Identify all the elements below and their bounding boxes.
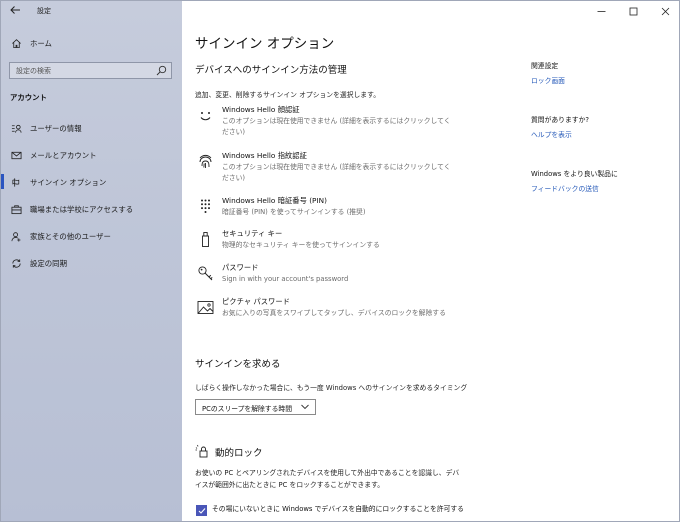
pin-keypad-icon	[195, 196, 215, 216]
option-description: このオプションは現在使用できません (詳細を表示するにはクリックしてください)	[222, 163, 451, 182]
require-signin-dropdown[interactable]: PCのスリープを解除する時間	[195, 399, 316, 415]
checkmark-icon	[198, 508, 206, 514]
sync-icon	[10, 257, 22, 269]
sidebar-item-label: ユーザーの情報	[30, 124, 82, 133]
related-settings-heading: 関連設定	[531, 62, 559, 70]
option-description: このオプションは現在使用できません (詳細を表示するにはクリックしてください)	[222, 117, 451, 136]
home-label: ホーム	[30, 39, 52, 48]
maximize-button[interactable]	[617, 1, 649, 21]
face-icon	[195, 105, 215, 125]
person-add-icon	[10, 230, 22, 242]
require-signin-heading: サインインを求める	[195, 359, 281, 370]
dynamic-lock-checkbox[interactable]	[196, 505, 207, 516]
search-box[interactable]	[9, 62, 172, 79]
option-description: 物理的なセキュリティ キーを使ってサインインする	[222, 241, 380, 249]
back-arrow-icon[interactable]	[9, 4, 23, 18]
settings-window: 設定 ホーム アカウント ユーザーの情報 メール	[0, 0, 680, 522]
sidebar-item-home[interactable]: ホーム	[1, 34, 182, 52]
sidebar-titlebar: 設定	[1, 1, 182, 21]
get-help-link[interactable]: ヘルプを表示	[531, 129, 572, 139]
feedback-link[interactable]: フィードバックの送信	[531, 183, 599, 193]
key-icon	[10, 176, 22, 188]
sidebar-item-label: サインイン オプション	[30, 178, 107, 187]
sidebar-item-family[interactable]: 家族とその他のユーザー	[1, 227, 182, 254]
option-title: セキュリティ キー	[222, 229, 283, 238]
option-title: Windows Hello 暗証番号 (PIN)	[222, 196, 327, 205]
sidebar-item-sync[interactable]: 設定の同期	[1, 254, 182, 281]
sidebar-item-label: メールとアカウント	[30, 151, 97, 160]
section-heading-account: アカウント	[10, 93, 47, 102]
section-description: 追加、変更、削除するサインイン オプションを選択します。	[195, 91, 380, 99]
search-icon[interactable]	[156, 65, 167, 76]
chevron-down-icon	[301, 404, 309, 410]
page-title: サインイン オプション	[195, 36, 335, 52]
minimize-button[interactable]	[585, 1, 617, 21]
user-info-icon	[10, 122, 22, 134]
briefcase-icon	[10, 203, 22, 215]
sidebar-item-label: 職場または学校にアクセスする	[30, 205, 134, 214]
password-key-icon	[195, 263, 215, 283]
option-title: Windows Hello 顔認証	[222, 105, 300, 114]
sidebar-item-label: 設定の同期	[30, 259, 67, 268]
option-description: 暗証番号 (PIN) を使ってサインインする (推奨)	[222, 208, 366, 216]
option-description: お気に入りの写真をスワイプしてタップし、デバイスのロックを解除する	[222, 309, 446, 317]
question-heading: 質問がありますか?	[531, 116, 589, 124]
option-title: Windows Hello 指紋認証	[222, 151, 307, 160]
option-description: Sign in with your account's password	[222, 275, 349, 283]
search-input[interactable]	[10, 63, 155, 78]
dynamic-lock-description: お使いの PC とペアリングされたデバイスを使用して外出中であることを認識し、デ…	[195, 469, 460, 489]
section-subtitle: デバイスへのサインイン方法の管理	[195, 65, 347, 76]
dropdown-value: PCのスリープを解除する時間	[202, 405, 292, 413]
option-title: ピクチャ パスワード	[222, 297, 290, 306]
sidebar-item-work-school[interactable]: 職場または学校にアクセスする	[1, 200, 182, 227]
app-title: 設定	[37, 7, 51, 15]
dynamic-lock-icon	[195, 444, 208, 458]
picture-icon	[195, 297, 215, 317]
option-title: パスワード	[222, 263, 259, 272]
sidebar-item-label: 家族とその他のユーザー	[30, 232, 111, 241]
usb-key-icon	[195, 229, 215, 249]
fingerprint-icon	[195, 151, 215, 171]
improve-heading: Windows をより良い製品に	[531, 170, 618, 178]
home-icon	[10, 37, 22, 49]
close-button[interactable]	[649, 1, 679, 21]
window-controls	[585, 1, 679, 21]
sidebar-item-user-info[interactable]: ユーザーの情報	[1, 119, 182, 146]
dynamic-lock-checkbox-label[interactable]: その場にいないときに Windows でデバイスを自動的にロックすることを許可す…	[212, 504, 472, 515]
sidebar-item-signin-options[interactable]: サインイン オプション	[1, 173, 182, 200]
mail-icon	[10, 149, 22, 161]
lock-screen-link[interactable]: ロック画面	[531, 75, 565, 85]
sidebar-item-mail[interactable]: メールとアカウント	[1, 146, 182, 173]
main-content: サインイン オプション デバイスへのサインイン方法の管理 追加、変更、削除するサ…	[182, 1, 679, 521]
sidebar-nav: ユーザーの情報 メールとアカウント サインイン オプション 職場または学校にアク…	[1, 119, 182, 281]
require-signin-label: しばらく操作しなかった場合に、もう一度 Windows へのサインインを求めるタ…	[195, 384, 468, 392]
dynamic-lock-heading: 動的ロック	[215, 448, 263, 459]
sidebar: 設定 ホーム アカウント ユーザーの情報 メール	[1, 1, 182, 521]
